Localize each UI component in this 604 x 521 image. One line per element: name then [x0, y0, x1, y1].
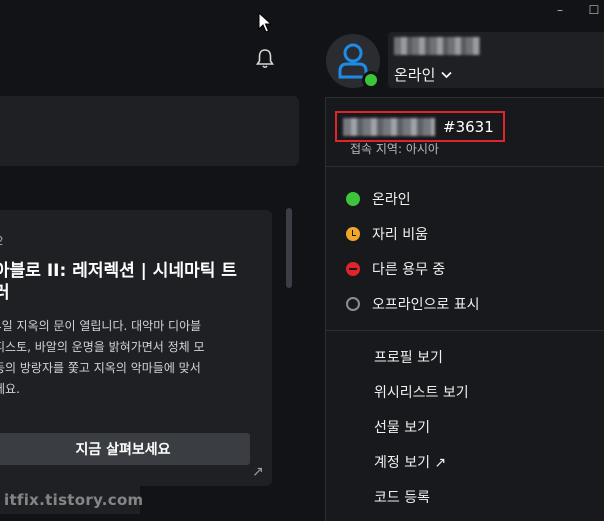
battletag-highlight: #3631 [335, 111, 505, 142]
dnd-icon [346, 262, 360, 276]
divider [326, 166, 604, 167]
external-link-icon[interactable]: ↗ [252, 464, 264, 480]
offline-ring-icon [346, 297, 360, 311]
mouse-cursor-icon [258, 12, 272, 33]
status-offline[interactable]: 오프라인으로 표시 [346, 293, 480, 315]
blurred-battletag [343, 118, 435, 136]
online-status-dot [362, 71, 380, 89]
scrollbar-thumb[interactable] [286, 208, 292, 288]
status-online[interactable]: 온라인 [346, 188, 411, 210]
news-card[interactable]: 2 아블로 II: 레저렉션 | 시네마틱 트 러 4일 지옥의 문이 열립니다… [0, 210, 272, 486]
battletag-number: #3631 [443, 118, 494, 136]
blurred-username [394, 37, 480, 55]
divider [326, 330, 604, 331]
chevron-down-icon [441, 71, 453, 78]
status-text: 온라인 [394, 66, 436, 84]
view-account-link[interactable]: 계정 보기 ↗ [374, 452, 446, 472]
maximize-button[interactable]: ☐ [588, 4, 600, 16]
window-controls: – ☐ [554, 4, 600, 16]
view-profile-link[interactable]: 프로필 보기 [374, 347, 443, 367]
away-clock-icon [346, 227, 360, 241]
card-description: 4일 지옥의 문이 열립니다. 대악마 디아블 피스토, 바알의 운명을 밝혀가… [0, 319, 205, 396]
watermark: itfix.tistory.com [4, 491, 144, 509]
user-status-area[interactable]: 온라인 [388, 32, 604, 88]
status-away[interactable]: 자리 비움 [346, 223, 428, 245]
status-selector[interactable]: 온라인 [394, 64, 453, 85]
status-busy[interactable]: 다른 용무 중 [346, 258, 445, 280]
online-dot-icon [346, 192, 360, 206]
view-gifts-link[interactable]: 선물 보기 [374, 417, 430, 437]
explore-button[interactable]: 지금 살펴보세요 [0, 433, 250, 465]
minimize-button[interactable]: – [554, 4, 566, 16]
region-text: 접속 지역: 아시아 [350, 142, 439, 156]
top-panel [0, 96, 299, 166]
view-wishlist-link[interactable]: 위시리스트 보기 [374, 382, 469, 402]
bell-icon[interactable] [255, 48, 275, 70]
card-kicker: 2 [0, 234, 4, 248]
card-title: 아블로 II: 레저렉션 | 시네마틱 트 러 [0, 261, 237, 303]
redeem-code-link[interactable]: 코드 등록 [374, 487, 430, 507]
account-dropdown: #3631 접속 지역: 아시아 온라인 자리 비움 다른 용무 중 오프라인으… [325, 97, 604, 521]
